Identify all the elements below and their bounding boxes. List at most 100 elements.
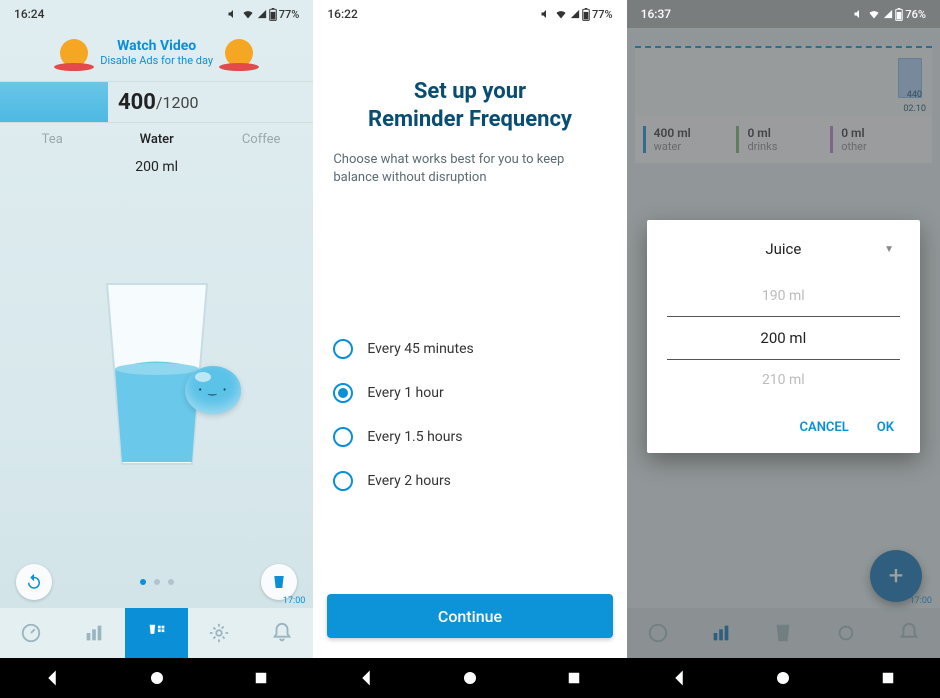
cup-button[interactable] [261, 564, 297, 600]
setup-subtitle: Choose what works best for you to keep b… [313, 133, 626, 187]
wifi-icon [867, 8, 881, 20]
mascot-icon-left [60, 39, 88, 67]
home-icon[interactable] [148, 669, 166, 687]
title-line-1: Set up your [333, 78, 606, 106]
recent-icon[interactable] [565, 669, 583, 687]
radio-icon [333, 383, 353, 403]
wifi-icon [241, 8, 255, 20]
screen-main-tracker: 16:24 77% Watch Video Disable Ads for th… [0, 0, 313, 698]
back-icon[interactable] [357, 669, 375, 687]
setup-title: Set up your Reminder Frequency [313, 78, 626, 133]
picker-prev[interactable]: 190 ml [667, 276, 900, 316]
undo-button[interactable] [16, 564, 52, 600]
nav-dashboard[interactable] [0, 608, 63, 658]
option-label: Every 1.5 hours [367, 429, 462, 445]
status-icons: 77% [227, 8, 300, 21]
water-mascot-icon: • ‿ • [185, 366, 241, 414]
radio-icon [333, 427, 353, 447]
dot-3 [168, 579, 174, 585]
page-indicator [140, 579, 174, 585]
progress-current: 400 [118, 90, 156, 115]
dropdown-value: Juice [765, 240, 801, 258]
android-system-nav [313, 658, 626, 698]
back-icon[interactable] [670, 669, 688, 687]
option-2hours[interactable]: Every 2 hours [333, 459, 606, 503]
cancel-button[interactable]: CANCEL [800, 420, 849, 435]
back-icon[interactable] [43, 669, 61, 687]
continue-button[interactable]: Continue [327, 594, 612, 638]
status-bar: 16:37 76% [627, 0, 940, 28]
tab-water[interactable]: Water [104, 132, 208, 147]
status-icons: 76% [853, 8, 926, 21]
option-label: Every 45 minutes [367, 341, 473, 357]
status-time: 16:37 [641, 7, 671, 21]
amount-picker[interactable]: 190 ml 200 ml 210 ml [667, 276, 900, 400]
chevron-down-icon: ▼ [884, 244, 894, 255]
setup-content: Set up your Reminder Frequency Choose wh… [313, 28, 626, 658]
dot-1 [140, 579, 146, 585]
dot-2 [154, 579, 160, 585]
mascot-icon-right [225, 39, 253, 67]
option-1-5hours[interactable]: Every 1.5 hours [333, 415, 606, 459]
drink-tabs: Tea Water Coffee [0, 123, 313, 155]
battery-percent: 77% [592, 8, 613, 21]
tab-coffee[interactable]: Coffee [209, 132, 313, 147]
status-bar: 16:22 77% [313, 0, 626, 28]
page-actions [0, 564, 313, 608]
radio-icon [333, 339, 353, 359]
progress-text: 400 / 1200 [108, 82, 313, 122]
option-label: Every 2 hours [367, 473, 451, 489]
tab-tea[interactable]: Tea [0, 132, 104, 147]
screen-reminder-setup: 16:22 77% Set up your Reminder Frequency… [313, 0, 626, 698]
battery-icon [269, 8, 277, 21]
continue-label: Continue [438, 607, 502, 626]
home-icon[interactable] [774, 669, 792, 687]
drink-type-dropdown[interactable]: Juice ▼ [667, 240, 900, 276]
frequency-options: Every 45 minutes Every 1 hour Every 1.5 … [313, 327, 626, 503]
chart-icon [83, 622, 105, 644]
signal-icon [257, 8, 267, 20]
dialog-actions: CANCEL OK [667, 400, 900, 443]
next-reminder-time: 17:00 [283, 596, 305, 606]
gauge-icon [20, 622, 42, 644]
home-icon[interactable] [461, 669, 479, 687]
glass-visual[interactable]: • ‿ • [0, 183, 313, 564]
nav-drink[interactable] [125, 608, 188, 658]
bell-icon [271, 622, 293, 644]
wifi-icon [554, 8, 568, 20]
picker-next[interactable]: 210 ml [667, 360, 900, 400]
ad-banner[interactable]: Watch Video Disable Ads for the day [0, 28, 313, 81]
bottom-nav: 17:00 [0, 608, 313, 658]
mute-icon [540, 8, 552, 20]
progress-separator: / [156, 93, 163, 112]
undo-icon [25, 573, 43, 591]
recent-icon[interactable] [879, 669, 897, 687]
battery-percent: 77% [279, 8, 300, 21]
android-system-nav [0, 658, 313, 698]
recent-icon[interactable] [252, 669, 270, 687]
mute-icon [853, 8, 865, 20]
radio-icon [333, 471, 353, 491]
battery-percent: 76% [905, 8, 926, 21]
signal-icon [883, 8, 893, 20]
screen-stats-dialog: 440 02.10 400 ml water 0 ml drinks 0 ml … [627, 0, 940, 698]
nav-settings[interactable] [188, 608, 251, 658]
status-icons: 77% [540, 8, 613, 21]
picker-current[interactable]: 200 ml [667, 316, 900, 360]
ok-button[interactable]: OK [877, 420, 894, 435]
battery-icon [582, 8, 590, 21]
selected-amount: 200 ml [0, 155, 313, 183]
nav-stats[interactable] [63, 608, 126, 658]
mute-icon [227, 8, 239, 20]
option-label: Every 1 hour [367, 385, 443, 401]
nav-reminders[interactable] [251, 608, 314, 658]
status-time: 16:22 [327, 7, 357, 21]
progress-fill [0, 82, 108, 122]
amount-dialog: Juice ▼ 190 ml 200 ml 210 ml CANCEL OK [647, 220, 920, 453]
status-time: 16:24 [14, 7, 44, 21]
option-1hour[interactable]: Every 1 hour [333, 371, 606, 415]
ad-title: Watch Video [100, 38, 213, 54]
option-45min[interactable]: Every 45 minutes [333, 327, 606, 371]
battery-icon [895, 8, 903, 21]
status-bar: 16:24 77% [0, 0, 313, 28]
